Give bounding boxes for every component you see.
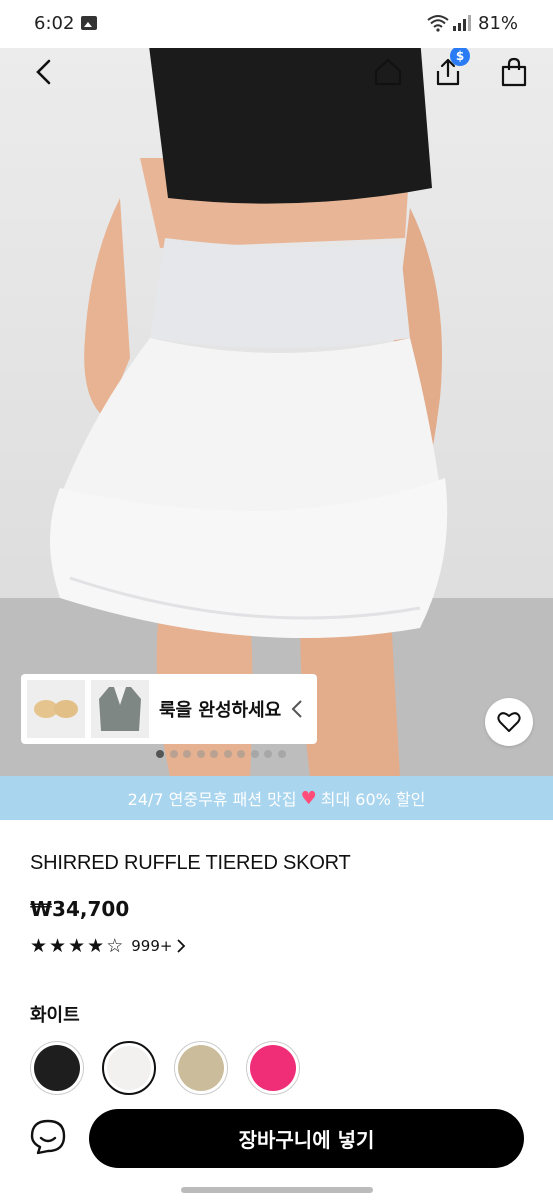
- color-swatch-black[interactable]: [30, 1041, 84, 1095]
- promo-text-1: 24/7 연중무휴 패션 맛집: [127, 790, 297, 809]
- star-empty-icon: ☆: [106, 935, 124, 957]
- chat-button[interactable]: [28, 1117, 68, 1157]
- color-swatches: [30, 1041, 300, 1095]
- carousel-dot[interactable]: [264, 750, 272, 758]
- rating-row[interactable]: ★ ★ ★ ★ ☆ 999+: [30, 936, 186, 956]
- product-title: SHIRRED RUFFLE TIERED SKORT: [30, 852, 351, 874]
- product-photo: [0, 38, 553, 776]
- battery-level: 81%: [478, 13, 519, 34]
- carousel-dot[interactable]: [237, 750, 245, 758]
- complete-the-look-label: 룩을 완성하세요: [159, 700, 282, 721]
- gallery-icon: [81, 16, 97, 30]
- carousel-dot[interactable]: [156, 750, 164, 758]
- color-swatch-white[interactable]: [102, 1041, 156, 1095]
- bra-icon: [34, 700, 78, 718]
- cardigan-icon: [99, 687, 141, 731]
- carousel-dot[interactable]: [277, 750, 286, 758]
- star-filled-icon: ★: [68, 935, 86, 957]
- star-filled-icon: ★: [49, 935, 67, 957]
- back-button[interactable]: [24, 52, 64, 92]
- share-badge: $: [450, 46, 470, 66]
- swatch-fill: [178, 1045, 224, 1091]
- carousel-dot[interactable]: [169, 750, 178, 758]
- add-to-cart-button[interactable]: 장바구니에 넣기: [89, 1109, 524, 1168]
- product-price: ₩34,700: [30, 897, 130, 921]
- carousel-dot[interactable]: [223, 750, 232, 758]
- product-image-carousel[interactable]: $ 룩을 완성하세요: [0, 38, 553, 776]
- chevron-left-icon[interactable]: [291, 699, 303, 719]
- carousel-dot[interactable]: [250, 750, 259, 758]
- color-swatch-beige[interactable]: [174, 1041, 228, 1095]
- complete-the-look-card[interactable]: 룩을 완성하세요: [21, 674, 317, 744]
- star-filled-icon: ★: [87, 935, 105, 957]
- shopping-bag-button[interactable]: [494, 52, 534, 92]
- carousel-dot[interactable]: [196, 750, 205, 758]
- color-swatch-pink[interactable]: [246, 1041, 300, 1095]
- heart-icon: [497, 712, 521, 732]
- status-bar: 6:02 81%: [0, 0, 553, 48]
- carousel-dot[interactable]: [183, 750, 191, 758]
- swatch-fill: [34, 1045, 80, 1091]
- home-icon: [374, 58, 402, 86]
- home-button[interactable]: [368, 52, 408, 92]
- heart-icon: ♥: [300, 787, 317, 809]
- chevron-right-icon: [177, 939, 186, 953]
- outfit-thumb-cardigan[interactable]: [91, 680, 149, 738]
- signal-icon: [453, 15, 471, 31]
- chat-icon: [30, 1119, 66, 1155]
- star-rating: ★ ★ ★ ★ ☆: [30, 936, 123, 956]
- selected-color-name: 화이트: [30, 1005, 80, 1026]
- shopping-bag-icon: [501, 57, 527, 87]
- carousel-dot[interactable]: [210, 750, 218, 758]
- carousel-dots: [156, 750, 286, 760]
- promo-banner[interactable]: 24/7 연중무휴 패션 맛집 ♥ 최대 60% 할인: [0, 776, 553, 820]
- review-count: 999+: [131, 937, 173, 955]
- swatch-fill: [250, 1045, 296, 1091]
- back-arrow-icon: [36, 59, 51, 85]
- swatch-fill: [107, 1046, 151, 1090]
- wishlist-button[interactable]: [485, 698, 533, 746]
- status-time: 6:02: [34, 13, 75, 34]
- promo-text-2: 최대 60% 할인: [320, 790, 426, 809]
- home-indicator[interactable]: [181, 1187, 373, 1193]
- outfit-thumb-bra[interactable]: [27, 680, 85, 738]
- star-filled-icon: ★: [30, 935, 48, 957]
- wifi-icon: [427, 15, 449, 32]
